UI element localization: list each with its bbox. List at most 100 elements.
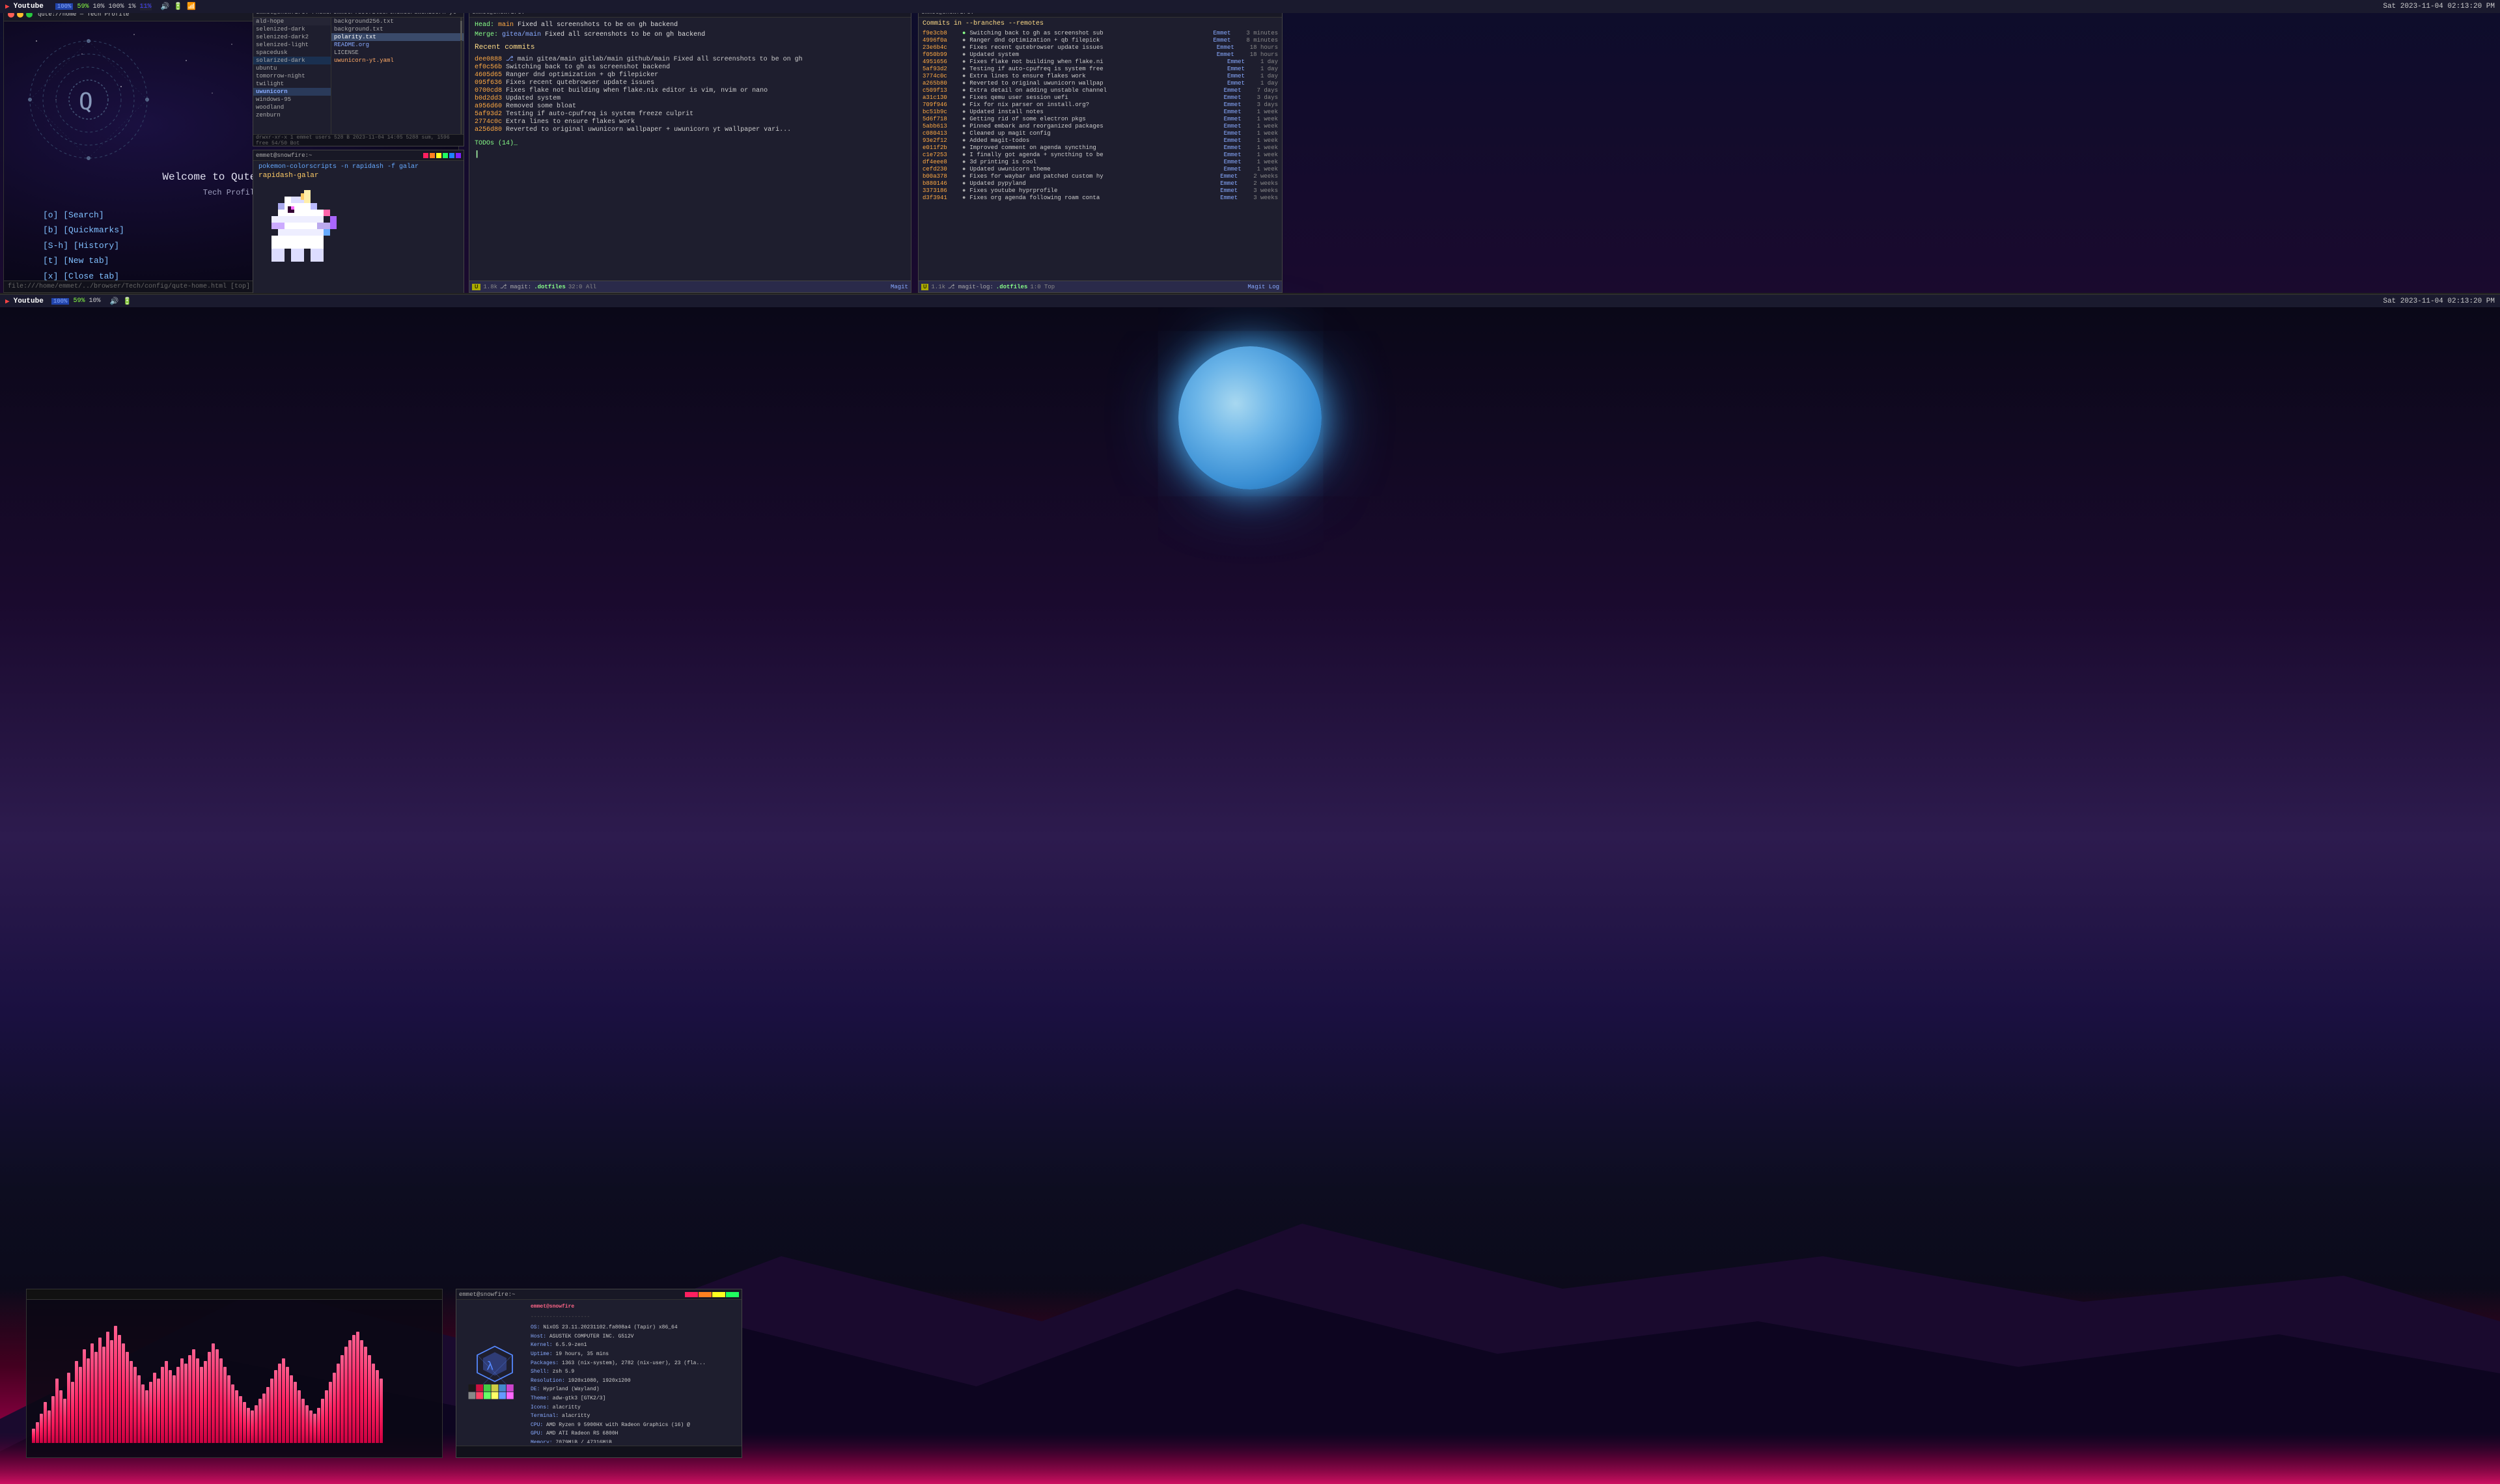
- audio-bar: [235, 1390, 238, 1443]
- screen2-topbar: ▶ Youtube 100% 59% 10% 🔊 🔋 Sat 2023-11-0…: [0, 294, 2500, 307]
- neofetch-info-de: DE: Hyprland (Wayland): [531, 1385, 739, 1394]
- neofetch-header: emmet@snowfire:~: [456, 1289, 742, 1300]
- commit-item: a256d80 Reverted to original uwunicorn w…: [475, 126, 906, 133]
- audio-bar: [380, 1379, 383, 1443]
- commit-item: 2774c0c Extra lines to ensure flakes wor…: [475, 118, 906, 126]
- browser-logo: Q: [23, 34, 154, 165]
- pokemon-terminal-header: emmet@snowfire:~: [253, 150, 464, 161]
- log-commit-item: e011f2b ● Improved comment on agenda syn…: [923, 144, 1278, 151]
- audio-bar: [118, 1335, 121, 1443]
- log-commit-item: c080413 ● Cleaned up magit config Emmet …: [923, 130, 1278, 137]
- screen2-topbar-left: ▶ Youtube 100% 59% 10% 🔊 🔋: [0, 297, 132, 306]
- scrollbar: [460, 18, 462, 134]
- audio-bar: [282, 1358, 285, 1443]
- log-commit-item: c509f13 ● Extra detail on adding unstabl…: [923, 87, 1278, 94]
- audio-bar: [305, 1405, 309, 1443]
- magit-head-line: Head: main Fixed all screenshots to be o…: [475, 21, 906, 29]
- audio-bar: [141, 1384, 145, 1443]
- audio-bar: [173, 1375, 176, 1443]
- pokemon-command: pokemon-colorscripts -n rapidash -f gala…: [258, 163, 458, 171]
- audio-bar: [352, 1335, 355, 1443]
- status-bar4: 100%: [108, 3, 124, 10]
- neofetch-info-theme: Theme: adw-gtk3 [GTK2/3]: [531, 1394, 739, 1403]
- audio-bar: [169, 1370, 172, 1443]
- color-indicator: [423, 153, 461, 158]
- modeline-log-repo: .dotfiles: [996, 284, 1028, 290]
- audio-bar: [87, 1358, 90, 1443]
- audio-bar: [192, 1349, 195, 1443]
- log-commit-item: 93e2f12 ● Added magit-todos Emmet 1 week: [923, 137, 1278, 144]
- audio-bar: [266, 1387, 270, 1443]
- audio-bar: [83, 1349, 86, 1443]
- screen2-icons: 🔊 🔋: [109, 297, 132, 306]
- screen2-cpu: 100%: [51, 298, 70, 305]
- audio-bar: [114, 1326, 117, 1443]
- neofetch-info-host: Host: ASUSTEK COMPUTER INC. G512V: [531, 1332, 739, 1341]
- file-manager-statusbar: drwxr-xr-x 1 emmet users 528 B 2023-11-0…: [253, 134, 464, 146]
- commit-item: 095f636 Fixes recent qutebrowser update …: [475, 79, 906, 87]
- audio-bar: [59, 1390, 62, 1443]
- log-commit-item: cefd230 ● Updated uwunicorn theme Emmet …: [923, 166, 1278, 172]
- log-commit-item: 4951656 ● Fixes flake not building when …: [923, 59, 1278, 65]
- log-commit-item: d3f3941 ● Fixes org agenda following roa…: [923, 195, 1278, 201]
- topbar-left: ▶ Youtube 100% 59% 10% 100% 1% 11% 🔊 🔋 📶: [0, 2, 196, 11]
- audio-bar: [55, 1379, 59, 1443]
- log-commit-item: f9e3cb8 ● Switching back to gh as screen…: [923, 30, 1278, 36]
- modeline-magit-label: ⎇ magit:: [500, 284, 531, 290]
- screen1-topbar: ▶ Youtube 100% 59% 10% 100% 1% 11% 🔊 🔋 📶…: [0, 0, 2500, 13]
- audio-bar: [188, 1355, 191, 1443]
- log-commit-item: 3774c0c ● Extra lines to ensure flakes w…: [923, 73, 1278, 79]
- file-manager-content: ald-hope selenized-dark selenized-dark2 …: [253, 18, 464, 134]
- commit-item: dee0888 ⎇ main gitea/main gitlab/main gi…: [475, 55, 906, 63]
- screen2-moon: [1178, 346, 1322, 489]
- audio-bar: [301, 1399, 305, 1443]
- log-commit-item: 709f946 ● Fix for nix parser on install.…: [923, 102, 1278, 108]
- screen2-disk: 10%: [89, 297, 100, 305]
- audio-visualizer-header: [27, 1289, 442, 1300]
- pokemon-terminal: emmet@snowfire:~ pokemon-colorscripts -n…: [253, 150, 464, 296]
- log-commit-item: df4eee8 ● 3d printing is cool Emmet 1 we…: [923, 159, 1278, 165]
- audio-bar: [126, 1352, 129, 1443]
- modeline-indicator: U: [472, 284, 480, 290]
- audio-bar: [75, 1361, 78, 1443]
- audio-bar: [32, 1429, 35, 1443]
- audio-bar: [333, 1373, 336, 1443]
- audio-bar: [340, 1355, 344, 1443]
- audio-bar: [243, 1402, 246, 1443]
- scrollbar-thumb: [460, 21, 462, 40]
- log-commit-item: b00a378 ● Fixes for waybar and patched c…: [923, 173, 1278, 180]
- todos-label: TODOs (14)_: [475, 140, 518, 147]
- cursor-line: |: [475, 150, 906, 159]
- audio-bar: [219, 1358, 223, 1443]
- magit-merge-line: Merge: gitea/main Fixed all screenshots …: [475, 31, 906, 38]
- audio-bar: [309, 1410, 312, 1443]
- audio-bars-container: [27, 1300, 442, 1443]
- audio-bar: [251, 1410, 254, 1443]
- log-commit-item: 5abb613 ● Pinned embark and reorganized …: [923, 123, 1278, 130]
- log-commit-item: c1e7253 ● I finally got agenda + syncthi…: [923, 152, 1278, 158]
- app-icon: ▶: [5, 2, 10, 11]
- screen2-area: emmet@snowfire:~ λ: [0, 307, 2500, 1484]
- audio-bar: [294, 1382, 297, 1443]
- audio-bar: [278, 1364, 281, 1443]
- audio-bar: [317, 1408, 320, 1443]
- audio-bar: [356, 1332, 359, 1443]
- modeline-mode: Magit: [891, 284, 908, 290]
- audio-bar: [133, 1367, 137, 1443]
- audio-bar: [376, 1370, 379, 1443]
- log-commit-item: 23e6b4c ● Fixes recent qutebrowser updat…: [923, 44, 1278, 51]
- audio-bar: [98, 1338, 102, 1443]
- status-bar2: 59%: [77, 3, 89, 10]
- neofetch-info-icons: Icons: alacritty: [531, 1403, 739, 1412]
- audio-bar: [71, 1382, 74, 1443]
- neofetch-logo: λ: [459, 1302, 531, 1443]
- log-commit-item: bc51b9c ● Updated install notes Emmet 1 …: [923, 109, 1278, 115]
- audio-bar: [161, 1367, 164, 1443]
- magit-status-modeline: U 1.8k ⎇ magit: .dotfiles 32:0 All Magit: [469, 281, 911, 292]
- log-commit-item: a265b80 ● Reverted to original uwunicorn…: [923, 80, 1278, 87]
- svg-text:Q: Q: [79, 89, 93, 115]
- audio-visualizer-window: [26, 1289, 443, 1458]
- audio-bar: [215, 1349, 219, 1443]
- neofetch-info-terminal: Terminal: alacritty: [531, 1412, 739, 1421]
- audio-bar: [372, 1364, 375, 1443]
